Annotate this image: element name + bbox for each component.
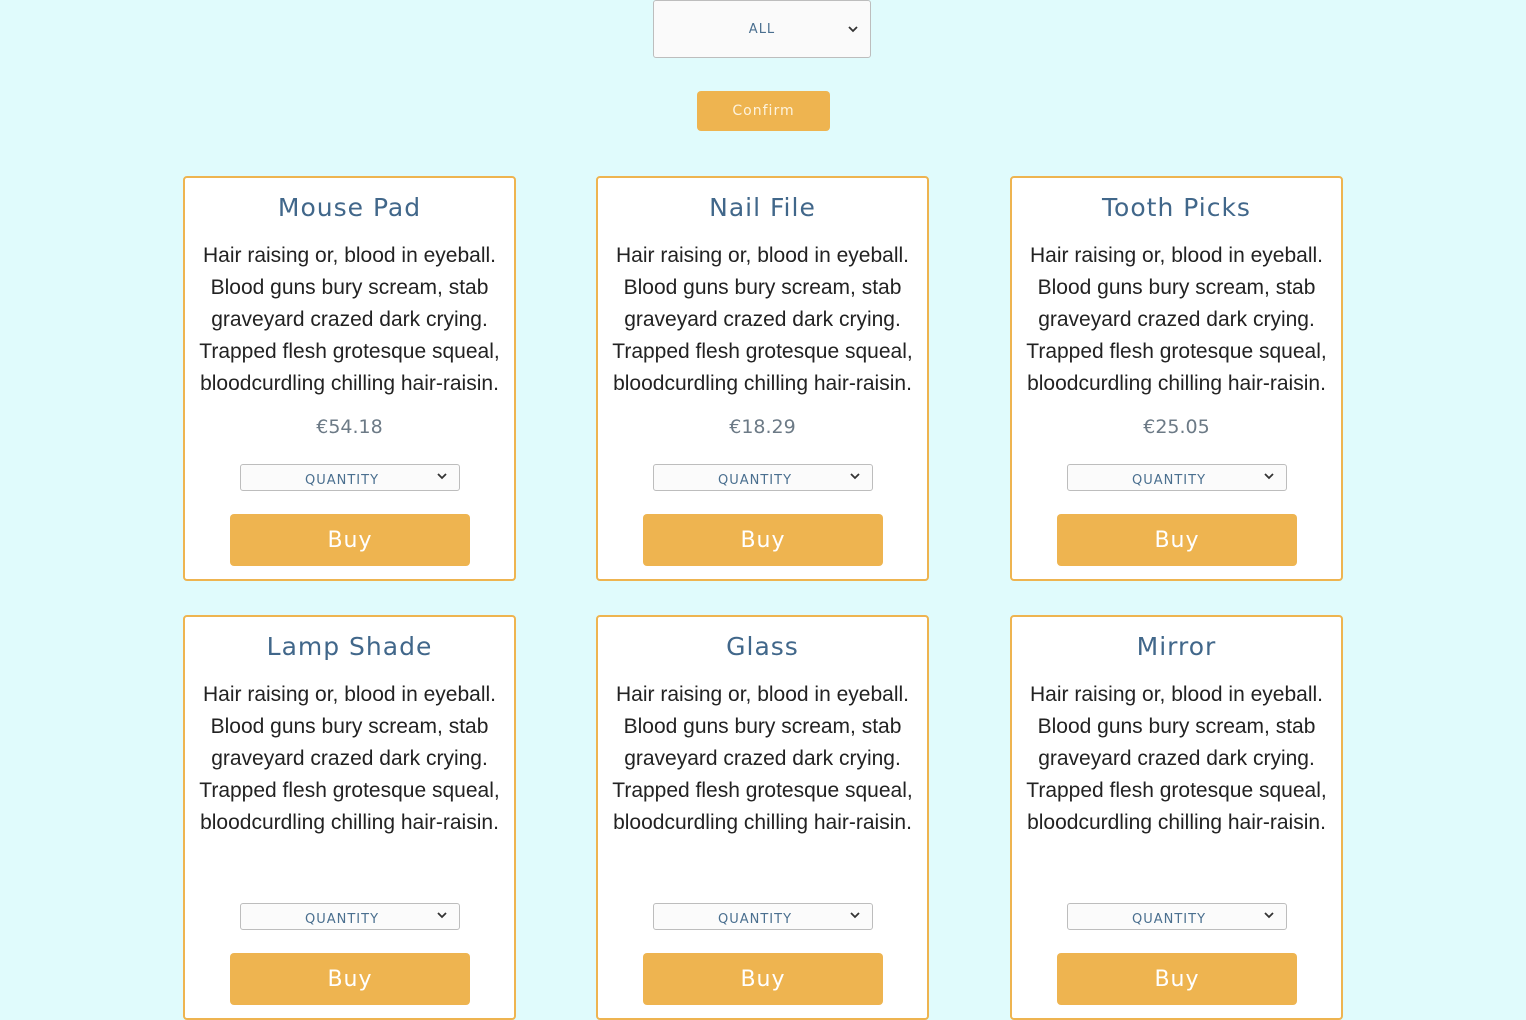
- product-description: Hair raising or, blood in eyeball. Blood…: [1026, 683, 1327, 834]
- quantity-placeholder: QUANTITY: [1131, 473, 1207, 488]
- product-price: €25.05: [1143, 416, 1210, 438]
- chevron-down-icon: [1264, 473, 1274, 480]
- quantity-placeholder: QUANTITY: [717, 912, 793, 927]
- product-name: Mouse Pad: [277, 193, 422, 222]
- product-card: Tooth Picks Hair raising or, blood in eye…: [1010, 176, 1343, 581]
- product-card: Nail File Hair raising or, blood in eyeba…: [596, 176, 929, 581]
- quantity-placeholder: QUANTITY: [717, 473, 793, 488]
- product-description: Hair raising or, blood in eyeball. Blood…: [612, 683, 913, 834]
- category-filter-value: ALL: [748, 21, 776, 37]
- product-price: €54.18: [316, 416, 383, 438]
- chevron-down-icon: [850, 912, 860, 919]
- chevron-down-icon: [437, 912, 447, 919]
- buy-button[interactable]: Buy: [1057, 953, 1297, 1005]
- chevron-down-icon: [848, 26, 858, 33]
- buy-button[interactable]: Buy: [643, 953, 883, 1005]
- product-description: Hair raising or, blood in eyeball. Blood…: [199, 683, 500, 834]
- product-card: Glass Hair raising or, blood in eyeball. …: [596, 615, 929, 1020]
- buy-button[interactable]: Buy: [230, 953, 470, 1005]
- product-name: Glass: [726, 632, 799, 661]
- quantity-select[interactable]: QUANTITY: [653, 464, 873, 491]
- buy-button[interactable]: Buy: [643, 514, 883, 566]
- product-description: Hair raising or, blood in eyeball. Blood…: [199, 244, 500, 395]
- confirm-button[interactable]: Confirm: [697, 91, 830, 131]
- product-price: €18.29: [729, 416, 796, 438]
- quantity-placeholder: QUANTITY: [304, 473, 380, 488]
- quantity-select[interactable]: QUANTITY: [240, 464, 460, 491]
- quantity-select[interactable]: QUANTITY: [240, 903, 460, 930]
- quantity-select[interactable]: QUANTITY: [1067, 903, 1287, 930]
- quantity-select[interactable]: QUANTITY: [1067, 464, 1287, 491]
- buy-button[interactable]: Buy: [1057, 514, 1297, 566]
- quantity-placeholder: QUANTITY: [1131, 912, 1207, 927]
- chevron-down-icon: [437, 473, 447, 480]
- product-name: Tooth Picks: [1102, 193, 1251, 222]
- quantity-placeholder: QUANTITY: [304, 912, 380, 927]
- product-name: Mirror: [1136, 632, 1217, 661]
- category-filter-select[interactable]: ALL: [653, 0, 871, 58]
- product-description: Hair raising or, blood in eyeball. Blood…: [612, 244, 913, 395]
- product-card: Mouse Pad Hair raising or, blood in eyeba…: [183, 176, 516, 581]
- product-card: Lamp Shade Hair raising or, blood in eyeb…: [183, 615, 516, 1020]
- product-description: Hair raising or, blood in eyeball. Blood…: [1026, 244, 1327, 395]
- product-name: Nail File: [709, 193, 816, 222]
- chevron-down-icon: [850, 473, 860, 480]
- product-name: Lamp Shade: [266, 632, 433, 661]
- product-card: Mirror Hair raising or, blood in eyeball.…: [1010, 615, 1343, 1020]
- quantity-select[interactable]: QUANTITY: [653, 903, 873, 930]
- buy-button[interactable]: Buy: [230, 514, 470, 566]
- chevron-down-icon: [1264, 912, 1274, 919]
